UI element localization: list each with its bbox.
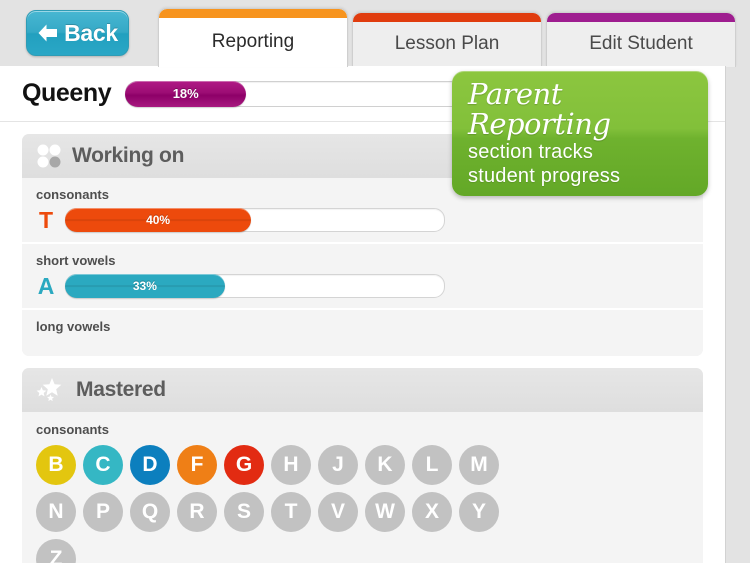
letter-circle-z[interactable]: Z — [36, 539, 76, 563]
working-on-rows: consonants T 40% short vowels A 33% long vowel… — [22, 178, 703, 356]
letter-circle-v[interactable]: V — [318, 492, 358, 532]
tab-lesson-plan[interactable]: Lesson Plan — [352, 12, 542, 67]
letter-circle-b[interactable]: B — [36, 445, 76, 485]
page-title: Queeny — [22, 79, 112, 107]
letter-circle-y[interactable]: Y — [459, 492, 499, 532]
back-button[interactable]: Back — [26, 10, 129, 56]
callout-line-1: section tracks — [468, 140, 594, 163]
letter-circle-m[interactable]: M — [459, 445, 499, 485]
skill-letter: T — [38, 206, 54, 233]
mastered-group-label: consonants — [36, 422, 109, 437]
tab-bar: Reporting Lesson Plan Edit Student — [158, 8, 740, 67]
letter-circle-p[interactable]: P — [83, 492, 123, 532]
letter-circle-j[interactable]: J — [318, 445, 358, 485]
letter-circle-l[interactable]: L — [412, 445, 452, 485]
letter-circle-n[interactable]: N — [36, 492, 76, 532]
mastered-header: Mastered — [22, 368, 703, 412]
skill-progress-label: 33% — [132, 279, 157, 293]
skill-progress-label: 40% — [146, 213, 171, 227]
skill-progress-fill: 40% — [65, 208, 252, 232]
letter-circle-w[interactable]: W — [365, 492, 405, 532]
mastered-section: Mastered consonants BCDFGHJKLM NPQRSTVWXY… — [22, 368, 703, 563]
letter-circle-f[interactable]: F — [177, 445, 217, 485]
overall-progress-fill: 18% — [125, 80, 247, 107]
letter-circle-h[interactable]: H — [271, 445, 311, 485]
tab-label: Edit Student — [589, 32, 693, 54]
letter-circle-g[interactable]: G — [224, 445, 264, 485]
tab-stripe — [159, 9, 347, 18]
callout-line-2: student progress — [468, 164, 621, 187]
letter-circle-r[interactable]: R — [177, 492, 217, 532]
tab-label: Lesson Plan — [394, 32, 500, 54]
skill-progress-bar: 40% — [65, 208, 445, 232]
letter-circle-d[interactable]: D — [130, 445, 170, 485]
top-bar: Back Reporting Lesson Plan Edit Student — [0, 0, 750, 67]
skill-label: short vowels — [36, 253, 116, 268]
stars-icon — [36, 378, 62, 402]
letter-circle-x[interactable]: X — [412, 492, 452, 532]
app-root: Back Reporting Lesson Plan Edit Student Qu… — [0, 0, 750, 563]
skill-progress-fill: 33% — [65, 274, 225, 298]
tab-reporting[interactable]: Reporting — [158, 8, 348, 67]
back-button-label: Back — [64, 19, 118, 46]
letter-circle-t[interactable]: T — [271, 492, 311, 532]
working-on-row[interactable]: short vowels A 33% — [22, 244, 703, 310]
arrow-left-icon — [38, 24, 58, 42]
letter-circle-k[interactable]: K — [365, 445, 405, 485]
tab-label: Reporting — [211, 30, 295, 52]
callout-title: Parent Reporting — [468, 77, 611, 142]
letter-circle-s[interactable]: S — [224, 492, 264, 532]
skill-label: long vowels — [36, 319, 111, 334]
letter-circle-q[interactable]: Q — [130, 492, 170, 532]
letter-circle-c[interactable]: C — [83, 445, 123, 485]
tab-stripe — [353, 13, 541, 22]
dots-grid-icon — [37, 144, 61, 168]
parent-reporting-callout: Parent Reporting section tracks student … — [452, 71, 708, 196]
mastered-body: consonants BCDFGHJKLM NPQRSTVWXY Z — [22, 412, 703, 563]
skill-progress-line: A 33% — [36, 274, 703, 298]
tab-stripe — [547, 13, 735, 22]
skill-progress-line: T 40% — [36, 208, 703, 232]
working-on-row[interactable]: long vowels — [22, 310, 703, 356]
tab-edit-student[interactable]: Edit Student — [546, 12, 736, 67]
working-on-title: Working on — [72, 144, 185, 167]
skill-letter: A — [37, 272, 55, 299]
skill-progress-bar: 33% — [65, 274, 445, 298]
overall-progress-label: 18% — [172, 86, 199, 101]
mastered-title: Mastered — [76, 378, 166, 401]
mastered-letter-grid: BCDFGHJKLM NPQRSTVWXY Z — [36, 445, 541, 563]
